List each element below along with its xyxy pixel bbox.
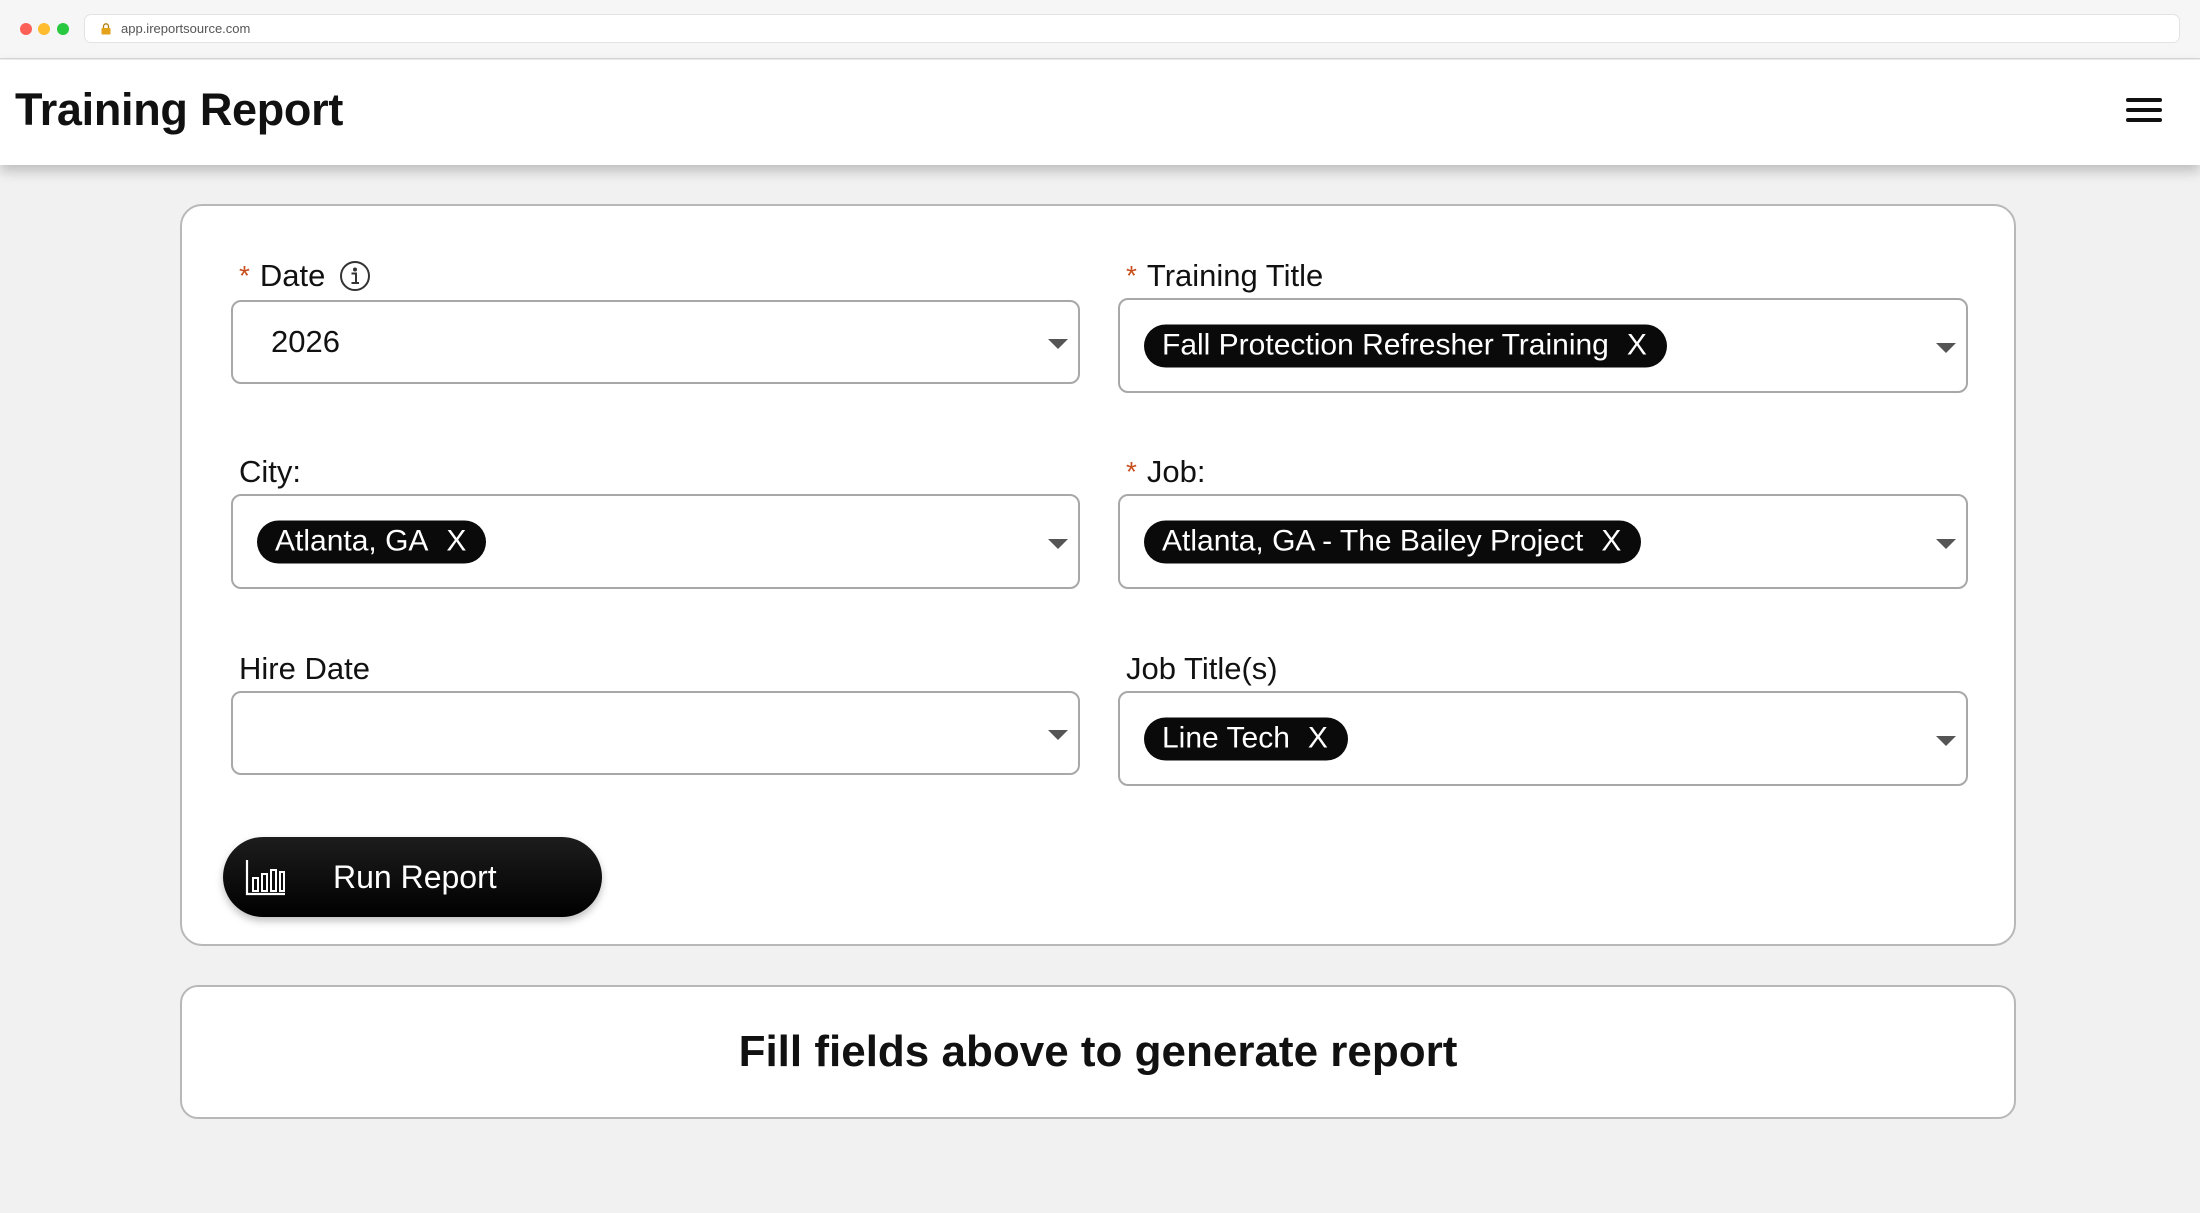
bar-chart-icon <box>245 860 285 896</box>
run-report-label: Run Report <box>333 858 497 895</box>
city-select[interactable]: Atlanta, GA X <box>231 494 1080 589</box>
training-title-label-text: Training Title <box>1146 258 1324 293</box>
chip-label: Line Tech <box>1162 721 1290 755</box>
remove-chip-button[interactable]: X <box>1601 525 1621 559</box>
empty-state-message: Fill fields above to generate report <box>738 1027 1458 1076</box>
date-select[interactable]: 2026 <box>231 300 1080 384</box>
hire-date-label-text: Hire Date <box>239 651 370 686</box>
hire-date-label: Hire Date <box>239 651 370 687</box>
training-title-chip: Fall Protection Refresher Training X <box>1144 324 1667 367</box>
chip-label: Atlanta, GA - The Bailey Project <box>1162 524 1584 558</box>
chevron-down-icon <box>1048 339 1068 349</box>
chip-label: Atlanta, GA <box>275 524 429 558</box>
remove-chip-button[interactable]: X <box>1308 722 1328 756</box>
menu-bar <box>2126 98 2162 102</box>
job-titles-select[interactable]: Line Tech X <box>1118 691 1968 786</box>
chip-label: Fall Protection Refresher Training <box>1162 328 1609 362</box>
job-title-chip: Line Tech X <box>1144 717 1348 760</box>
minimize-window-icon[interactable] <box>38 23 50 35</box>
training-title-label: * Training Title <box>1126 258 1323 294</box>
url-text: app.ireportsource.com <box>121 21 251 36</box>
remove-chip-button[interactable]: X <box>1627 329 1647 363</box>
menu-bar <box>2126 118 2162 122</box>
job-label: * Job: <box>1126 454 1206 490</box>
city-label-text: City: <box>239 454 301 489</box>
required-marker: * <box>239 260 250 291</box>
required-marker: * <box>1126 260 1137 291</box>
hamburger-menu-icon[interactable] <box>2126 98 2162 122</box>
maximize-window-icon[interactable] <box>57 23 69 35</box>
remove-chip-button[interactable]: X <box>446 525 466 559</box>
browser-chrome: app.ireportsource.com <box>0 0 2200 59</box>
job-titles-label: Job Title(s) <box>1126 651 1278 687</box>
job-chip: Atlanta, GA - The Bailey Project X <box>1144 520 1642 563</box>
hire-date-select[interactable] <box>231 691 1080 775</box>
job-label-text: Job: <box>1146 454 1206 489</box>
training-title-select[interactable]: Fall Protection Refresher Training X <box>1118 298 1968 393</box>
city-chip: Atlanta, GA X <box>257 520 487 563</box>
city-label: City: <box>239 454 301 490</box>
chevron-down-icon <box>1048 730 1068 740</box>
date-value: 2026 <box>271 324 340 359</box>
menu-bar <box>2126 108 2162 112</box>
chevron-down-icon <box>1936 342 1956 353</box>
app-header: Training Report <box>0 60 2200 165</box>
chevron-down-icon <box>1936 735 1956 746</box>
close-window-icon[interactable] <box>20 23 32 35</box>
page-title: Training Report <box>15 84 344 135</box>
report-filters-card: * Date 2026 * Training Title Fall Protec… <box>180 204 2016 946</box>
lock-icon <box>101 22 115 36</box>
chevron-down-icon <box>1048 538 1068 549</box>
info-icon[interactable] <box>339 260 371 292</box>
job-titles-label-text: Job Title(s) <box>1126 651 1278 686</box>
date-label: * Date <box>239 258 371 294</box>
job-select[interactable]: Atlanta, GA - The Bailey Project X <box>1118 494 1968 589</box>
run-report-button[interactable]: Run Report <box>223 837 602 917</box>
address-bar[interactable]: app.ireportsource.com <box>84 14 2180 43</box>
required-marker: * <box>1126 456 1137 487</box>
date-label-text: Date <box>259 258 326 293</box>
report-output-card: Fill fields above to generate report <box>180 985 2016 1119</box>
chevron-down-icon <box>1936 538 1956 549</box>
